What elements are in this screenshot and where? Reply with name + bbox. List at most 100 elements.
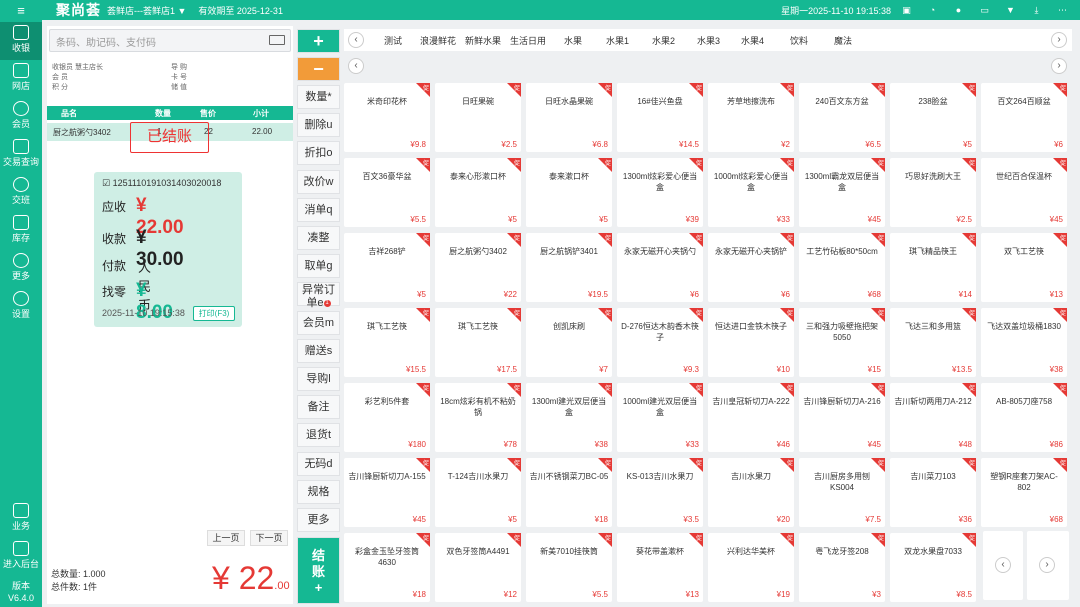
product-card[interactable]: 促吉川锋厨斩切刀A-155 ¥45 (344, 458, 430, 527)
message-icon[interactable]: ▭ (977, 4, 992, 16)
category-tab[interactable]: 水果 (564, 34, 582, 47)
product-card[interactable]: 促芳草地擦洗布 ¥2 (708, 83, 794, 152)
product-card[interactable]: 促 D-276恒达木韵香木筷子 ¥9.3 (617, 308, 703, 377)
category-tab[interactable]: 浪漫鲜花 (420, 34, 456, 47)
nav-more[interactable]: 更多 (0, 250, 42, 288)
product-card[interactable]: 促三和强力吸壁拖把架5050 ¥15 (799, 308, 885, 377)
product-card[interactable]: 促飞达三和多用篮 ¥13.5 (890, 308, 976, 377)
product-card[interactable]: 促双飞工艺筷 ¥13 (981, 233, 1067, 302)
func-button-9[interactable]: 赠送s (297, 338, 340, 363)
more-icon[interactable]: ⋯ (1055, 4, 1070, 16)
product-card[interactable]: 促 18cm炫彩有机不粘奶锅 ¥78 (435, 383, 521, 452)
search-input[interactable]: 条码、助记码、支付码 (49, 29, 291, 52)
chevron-left-icon[interactable]: ‹ (348, 32, 364, 48)
product-card[interactable]: 促兴利达华美杯 ¥19 (708, 533, 794, 602)
product-card[interactable]: 促彩盒金玉坠牙签筒4630 ¥18 (344, 533, 430, 602)
product-card[interactable]: 促双色牙签筒A4491 ¥12 (435, 533, 521, 602)
chevron-left-icon[interactable]: ‹ (995, 557, 1011, 573)
product-card[interactable]: 促泰来心形漱口杯 ¥5 (435, 158, 521, 227)
nav-shift[interactable]: 交班 (0, 174, 42, 212)
category-tab[interactable]: 生活日用 (510, 34, 546, 47)
shop-selector[interactable]: 荟鲜店---荟鲜店1 ▼ (107, 4, 186, 17)
category-tab[interactable]: 新鲜水果 (465, 34, 501, 47)
product-card[interactable]: 促彩艺利5件套 ¥180 (344, 383, 430, 452)
func-button-5[interactable]: 凑整 (297, 226, 340, 250)
category-tab[interactable]: 水果2 (652, 34, 675, 47)
download-icon[interactable]: ⤓ (1029, 4, 1044, 16)
product-card[interactable]: 促吉川厨房多用刨KS004 ¥7.5 (799, 458, 885, 527)
product-card[interactable]: 促百文264百顺盆 ¥6 (981, 83, 1067, 152)
product-card[interactable]: 促粤飞龙牙签208 ¥3 (799, 533, 885, 602)
keyboard-icon[interactable] (269, 35, 285, 45)
product-card[interactable]: 促恒达进口金铁木筷子 ¥10 (708, 308, 794, 377)
category-tab[interactable]: 魔法 (834, 34, 852, 47)
product-card[interactable]: 促 KS-013吉川水果刀 ¥3.5 (617, 458, 703, 527)
product-card[interactable]: 促泰来漱口杯 ¥5 (526, 158, 612, 227)
product-card[interactable]: 促日旺果碗 ¥2.5 (435, 83, 521, 152)
product-card[interactable]: 促吉川菜刀103 ¥36 (890, 458, 976, 527)
product-card[interactable]: 促 238脸盆 ¥5 (890, 83, 976, 152)
func-button-2[interactable]: 折扣o (297, 141, 340, 166)
func-button-6[interactable]: 取单g (297, 254, 340, 279)
product-card[interactable]: 促 1300ml炫彩爱心便当盒 ¥39 (617, 158, 703, 227)
product-card[interactable]: 促吉川皇冠斩切刀A-222 ¥46 (708, 383, 794, 452)
product-card[interactable]: 促吉川水果刀 ¥20 (708, 458, 794, 527)
product-card[interactable]: 促日旺水晶果碗 ¥6.8 (526, 83, 612, 152)
category-tab[interactable]: 测试 (384, 34, 402, 47)
product-card[interactable]: 促 AB-805刀座758 ¥86 (981, 383, 1067, 452)
func-button-1[interactable]: 删除u (297, 113, 340, 138)
chevron-right-icon[interactable]: › (1051, 32, 1067, 48)
product-card[interactable]: 促 240百文东方盆 ¥6.5 (799, 83, 885, 152)
product-card[interactable]: 促 1300ml霸龙双层便当盒 ¥45 (799, 158, 885, 227)
func-button-7[interactable]: 异常订单e 1 (297, 282, 340, 309)
product-card[interactable]: 促飞达双盖垃圾桶1830 ¥38 (981, 308, 1067, 377)
minus-button[interactable]: − (297, 57, 340, 81)
func-button-4[interactable]: 消单q (297, 197, 340, 222)
product-card[interactable]: 促 1000ml炫彩爱心便当盒 ¥33 (708, 158, 794, 227)
shirt-icon[interactable]: ▼ (1003, 4, 1018, 16)
product-card[interactable]: 促创凯床刷 ¥7 (526, 308, 612, 377)
func-button-10[interactable]: 导购l (297, 367, 340, 391)
checkout-button[interactable]: 结账 + (297, 537, 340, 604)
product-card[interactable]: 促 16#佳兴鱼盘 ¥14.5 (617, 83, 703, 152)
nav-cashier[interactable]: 收银 (0, 22, 42, 60)
wifi-icon[interactable]: ◔ (925, 4, 940, 16)
chevron-right-icon[interactable]: › (1039, 557, 1055, 573)
wechat-icon[interactable]: ● (951, 4, 966, 16)
product-card[interactable]: 促永家无磁开心夹锅勺 ¥6 (617, 233, 703, 302)
product-card[interactable]: 促吉川锋厨斩切刀A-216 ¥45 (799, 383, 885, 452)
product-card[interactable]: 促双龙水果盘7033 ¥8.5 (890, 533, 976, 602)
prev-page-button[interactable]: 上一页 (207, 530, 245, 546)
category-tab[interactable]: 饮料 (790, 34, 808, 47)
product-card[interactable]: 促巧思好洗刷大王 ¥2.5 (890, 158, 976, 227)
func-button-8[interactable]: 会员m (297, 310, 340, 335)
product-card[interactable]: 促工艺竹砧板80*50cm ¥68 (799, 233, 885, 302)
product-card[interactable]: 促 1000ml建光双层便当盒 ¥33 (617, 383, 703, 452)
nav-backend[interactable]: 进入后台 (0, 538, 42, 576)
product-card[interactable]: 促琪飞精品筷王 ¥14 (890, 233, 976, 302)
func-button-13[interactable]: 无码d (297, 451, 340, 476)
product-card[interactable]: 促吉川斩切两用刀A-212 ¥48 (890, 383, 976, 452)
product-card[interactable]: 促世纪百合保温杯 ¥45 (981, 158, 1067, 227)
category-tab[interactable]: 水果3 (697, 34, 720, 47)
nav-settings[interactable]: 设置 (0, 288, 42, 326)
menu-icon[interactable]: ≡ (0, 3, 42, 18)
product-card[interactable]: 促葵花带盖漱杯 ¥13 (617, 533, 703, 602)
product-card[interactable]: 促琪飞工艺筷 ¥15.5 (344, 308, 430, 377)
category-tab[interactable]: 水果4 (741, 34, 764, 47)
nav-transactions[interactable]: 交易查询 (0, 136, 42, 174)
func-button-12[interactable]: 退货t (297, 423, 340, 448)
product-card[interactable]: 促厨之航粥勺3402 ¥22 (435, 233, 521, 302)
func-button-0[interactable]: 数量* (297, 85, 340, 109)
product-card[interactable]: 促琪飞工艺筷 ¥17.5 (435, 308, 521, 377)
nav-eshop[interactable]: 网店 (0, 60, 42, 98)
grid-prev-cell[interactable]: ‹ (983, 531, 1023, 600)
product-card[interactable]: 促 1300ml建光双层便当盒 ¥38 (526, 383, 612, 452)
product-card[interactable]: 促塑钢R座套刀架AC-802 ¥68 (981, 458, 1067, 527)
product-card[interactable]: 促百文36豪华盆 ¥5.5 (344, 158, 430, 227)
product-card[interactable]: 促吉祥268铲 ¥5 (344, 233, 430, 302)
func-button-15[interactable]: 更多 (297, 508, 340, 532)
save-icon[interactable]: ▣ (899, 4, 914, 16)
nav-business[interactable]: 业务 (0, 500, 42, 538)
category-tab[interactable]: 水果1 (606, 34, 629, 47)
